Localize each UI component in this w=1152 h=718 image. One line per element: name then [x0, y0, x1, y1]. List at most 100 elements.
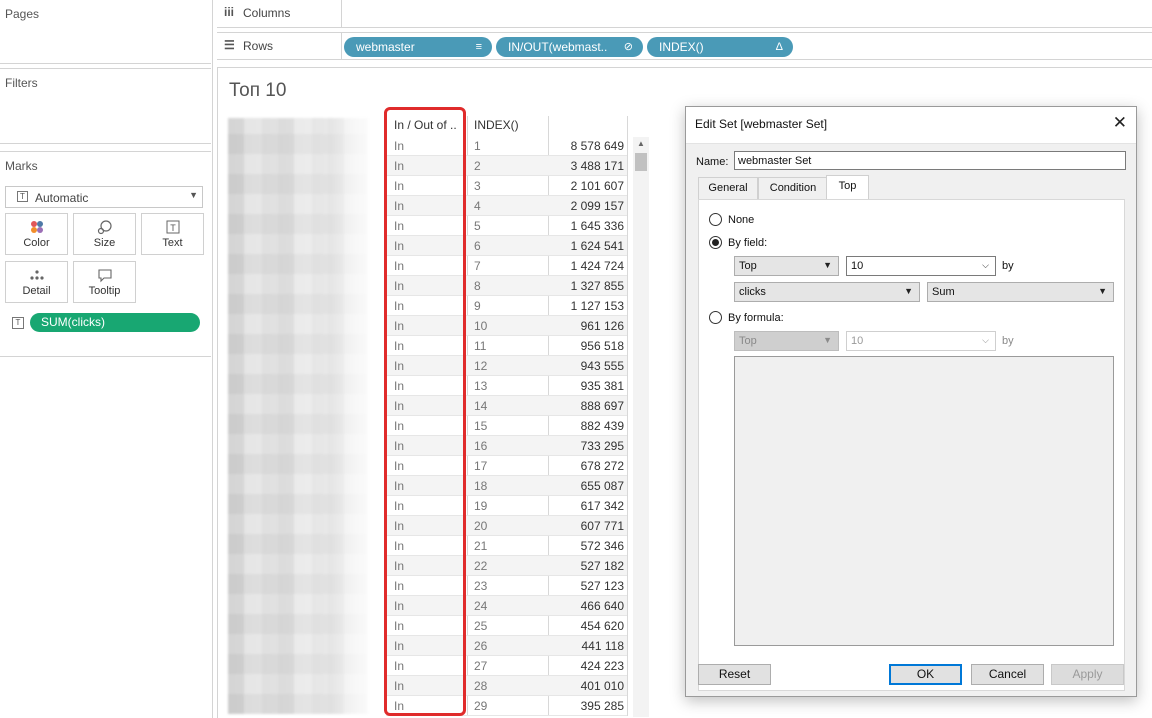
clicks-cell: 956 518: [580, 339, 624, 353]
none-radio[interactable]: [709, 213, 722, 226]
filters-card[interactable]: Filters: [0, 68, 211, 144]
formula-top-select: Top ▼: [734, 331, 839, 351]
marks-card: Marks T Automatic ▼ Color Size T Text De…: [0, 151, 211, 357]
field-agg-value: Sum: [932, 286, 955, 298]
formula-count-select: 10 ⌵: [846, 331, 996, 351]
left-panel: Pages Filters Marks T Automatic ▼ Color …: [0, 0, 213, 718]
size-label: Size: [93, 237, 116, 249]
reset-button[interactable]: Reset: [698, 664, 771, 685]
by-text: by: [1002, 260, 1014, 272]
clicks-cell: 655 087: [580, 479, 624, 493]
columns-shelf-label: iii Columns: [217, 0, 342, 27]
inout-pill[interactable]: IN/OUT(webmast.. ⊘: [496, 37, 643, 57]
columns-shelf[interactable]: iii Columns: [217, 0, 1152, 28]
index-cell: 11: [474, 339, 487, 353]
formula-editor: [734, 356, 1114, 646]
clicks-cell: 882 439: [580, 419, 624, 433]
close-icon[interactable]: ✕: [1113, 113, 1127, 133]
blurred-webmaster-column: [228, 118, 368, 714]
text-encoding-icon: T: [12, 317, 24, 329]
chevron-down-icon: ▼: [189, 190, 198, 200]
chevron-down-icon: ⌵: [982, 335, 989, 345]
index-cell: 3: [474, 179, 481, 193]
svg-text:T: T: [170, 223, 176, 233]
color-button[interactable]: Color: [5, 213, 68, 255]
clicks-cell: 441 118: [581, 639, 625, 653]
filters-title: Filters: [5, 76, 38, 90]
clicks-cell: 2 101 607: [570, 179, 624, 193]
scroll-thumb[interactable]: [635, 153, 647, 171]
field-name-select[interactable]: clicks ▼: [734, 282, 920, 302]
edit-set-dialog: Edit Set [webmaster Set] ✕ Name: General…: [685, 106, 1137, 697]
scroll-up-icon[interactable]: ▲: [637, 139, 645, 148]
size-icon: [74, 219, 135, 235]
clicks-cell: 607 771: [580, 519, 624, 533]
vertical-scrollbar[interactable]: ▲: [633, 137, 649, 717]
tooltip-button[interactable]: Tooltip: [73, 261, 136, 303]
name-label: Name:: [696, 156, 729, 168]
index-cell: 2: [474, 159, 481, 173]
by-field-label: By field:: [728, 237, 768, 249]
chevron-down-icon: ⌵: [982, 260, 989, 270]
dropdown-arrow-icon: ▼: [904, 286, 913, 296]
clicks-cell: 527 182: [580, 559, 624, 573]
clicks-cell: 1 624 541: [570, 239, 624, 253]
index-pill[interactable]: INDEX() Δ: [647, 37, 793, 57]
index-cell: 22: [474, 559, 488, 573]
clicks-cell: 3 488 171: [570, 159, 624, 173]
formula-count-value: 10: [851, 335, 864, 347]
mark-type-dropdown[interactable]: T Automatic ▼: [5, 186, 203, 208]
clicks-cell: 395 285: [580, 699, 624, 713]
marks-title: Marks: [5, 159, 38, 173]
index-cell: 18: [474, 479, 488, 493]
clicks-cell: 1 127 153: [570, 299, 624, 313]
detail-icon: [6, 267, 67, 283]
sheet-title: Топ 10: [229, 80, 287, 101]
apply-button: Apply: [1051, 664, 1124, 685]
index-cell: 15: [474, 419, 488, 433]
clicks-cell: 888 697: [580, 399, 624, 413]
clicks-cell: 1 424 724: [570, 259, 624, 273]
field-top-value: Top: [739, 260, 757, 272]
index-cell: 16: [474, 439, 488, 453]
name-input[interactable]: [734, 151, 1126, 170]
tab-condition[interactable]: Condition: [758, 177, 828, 199]
field-count-select[interactable]: 10 ⌵: [846, 256, 996, 276]
dropdown-arrow-icon: ▼: [823, 260, 832, 270]
col-divider: [627, 116, 628, 716]
index-header[interactable]: INDEX(): [474, 116, 519, 135]
index-cell: 24: [474, 599, 488, 613]
pages-card[interactable]: Pages: [0, 0, 211, 64]
index-cell: 25: [474, 619, 488, 633]
cancel-button[interactable]: Cancel: [971, 664, 1044, 685]
index-cell: 20: [474, 519, 488, 533]
ok-button[interactable]: OK: [889, 664, 962, 685]
text-mark-icon: T: [17, 191, 28, 202]
clicks-cell: 943 555: [580, 359, 624, 373]
delta-icon: Δ: [775, 41, 783, 53]
clicks-cell: 466 640: [580, 599, 624, 613]
clicks-cell: 2 099 157: [570, 199, 624, 213]
sum-clicks-pill[interactable]: SUM(clicks): [30, 313, 200, 332]
color-icon: [6, 219, 67, 235]
field-top-select[interactable]: Top ▼: [734, 256, 839, 276]
field-agg-select[interactable]: Sum ▼: [927, 282, 1114, 302]
clicks-cell: 1 327 855: [570, 279, 624, 293]
index-cell: 7: [474, 259, 481, 273]
clicks-cell: 454 620: [580, 619, 624, 633]
text-button[interactable]: T Text: [141, 213, 204, 255]
rows-shelf[interactable]: ☰ Rows webmaster ≡ IN/OUT(webmast.. ⊘ IN…: [217, 32, 1152, 60]
index-cell: 1: [474, 139, 481, 153]
detail-button[interactable]: Detail: [5, 261, 68, 303]
tab-top[interactable]: Top: [826, 175, 869, 200]
webmaster-pill[interactable]: webmaster ≡: [344, 37, 492, 57]
size-button[interactable]: Size: [73, 213, 136, 255]
tab-general[interactable]: General: [698, 177, 758, 199]
rows-shelf-label: ☰ Rows: [217, 33, 342, 60]
clicks-cell: 935 381: [580, 379, 624, 393]
index-cell: 12: [474, 359, 488, 373]
by-formula-radio[interactable]: [709, 311, 722, 324]
by-field-radio[interactable]: [709, 236, 722, 249]
highlight-box: [384, 107, 466, 716]
set-icon: ⊘: [623, 41, 633, 53]
